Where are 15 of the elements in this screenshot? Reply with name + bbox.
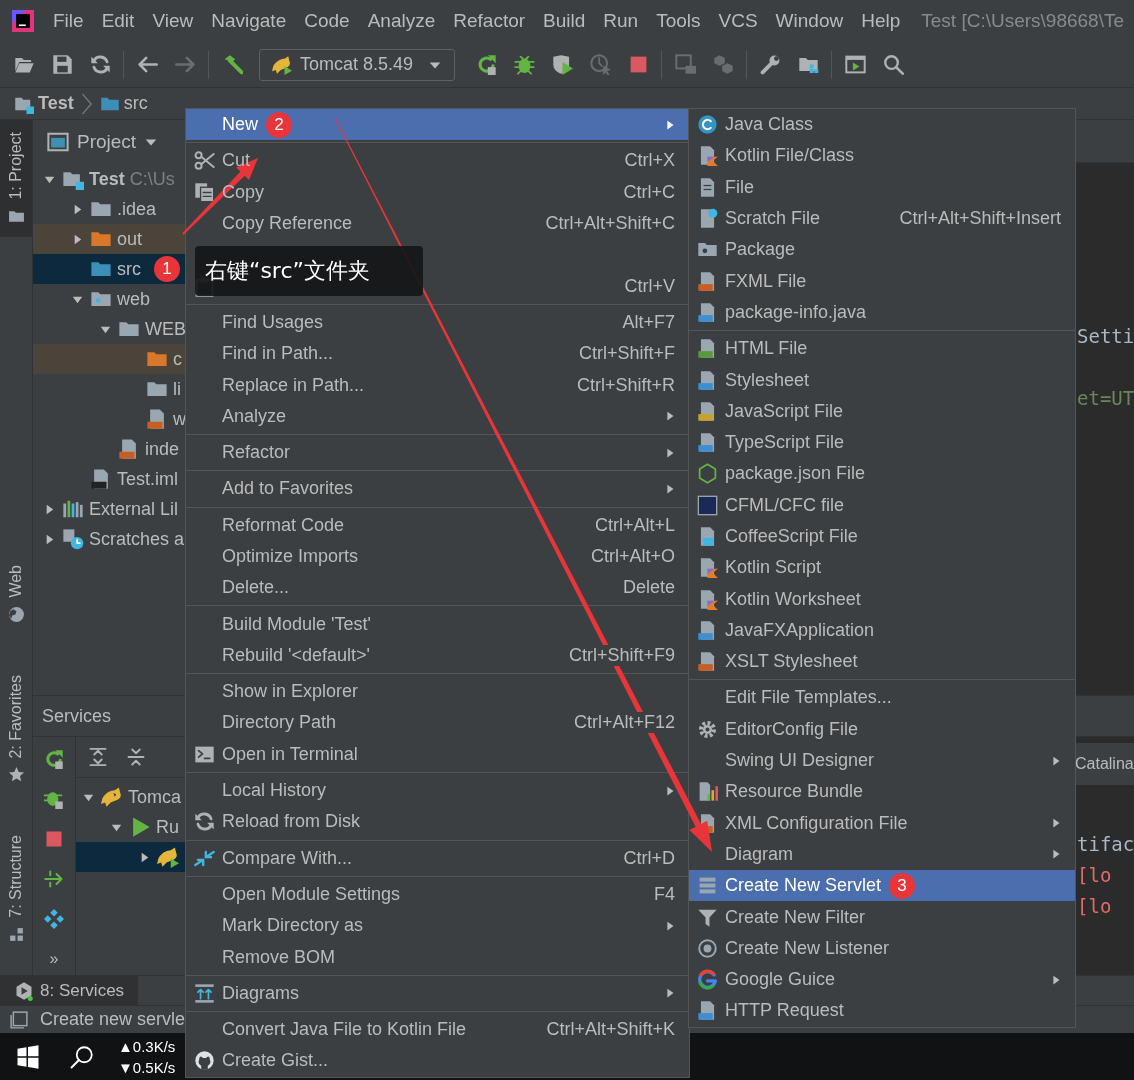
step-badge: 3 [889,872,916,899]
console-text: [lo [1077,895,1113,917]
panel-title: Services [42,705,112,727]
code-text: Setti [1077,325,1134,347]
download-speed: ▼0.5K/s [118,1057,176,1078]
annotation-tooltip: 右键“src”文件夹 [195,246,423,296]
console-text: tifac [1077,833,1134,855]
step-badge: 1 [154,256,180,282]
panel-title: Project [77,131,137,153]
step-badge: 2 [266,111,292,138]
status-text: Create new servle [40,1009,186,1030]
window-title: Test [C:\Users\98668\Te [921,10,1125,32]
upload-speed: ▲0.3K/s [118,1036,176,1057]
code-text: et=UT [1077,387,1134,409]
console-text: [lo [1077,864,1113,886]
